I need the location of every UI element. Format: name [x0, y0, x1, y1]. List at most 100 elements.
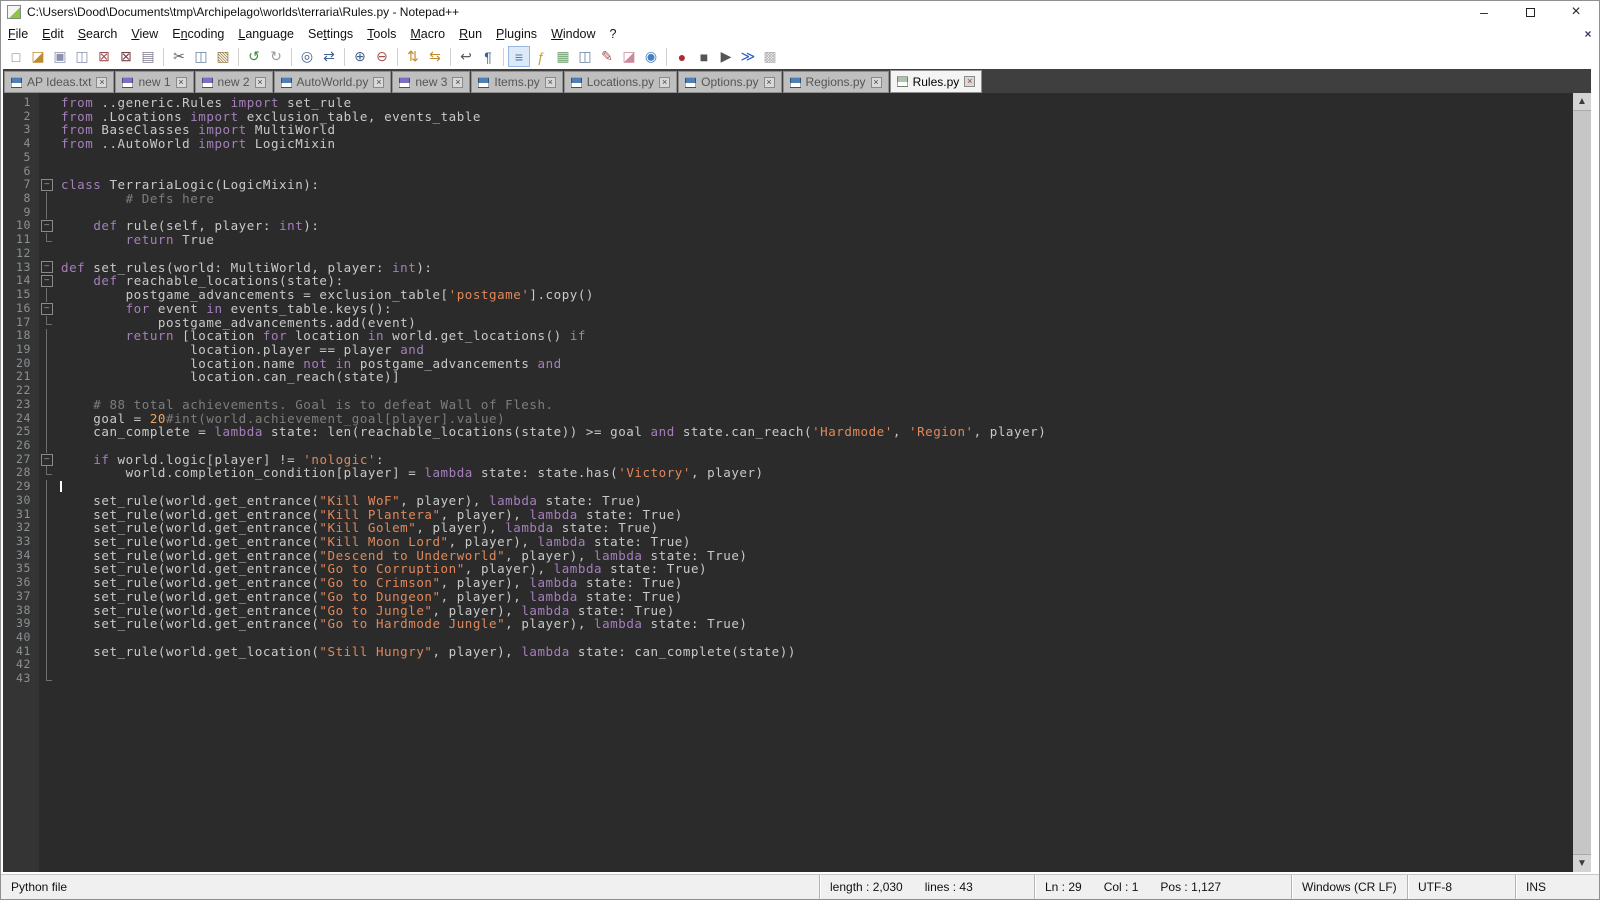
- menu-encoding[interactable]: Encoding: [165, 25, 231, 43]
- code-line[interactable]: 35 set_rule(world.get_entrance("Go to Co…: [3, 562, 1573, 576]
- code-line[interactable]: 7class TerrariaLogic(LogicMixin):: [3, 178, 1573, 192]
- code-line[interactable]: 29: [3, 480, 1573, 494]
- new-file-button[interactable]: □: [5, 46, 27, 67]
- record-macro-button[interactable]: ●: [671, 46, 693, 67]
- document-list-button[interactable]: ◫: [574, 46, 596, 67]
- tab-locations-py[interactable]: Locations.py×: [564, 71, 677, 93]
- fold-toggle-icon[interactable]: [39, 178, 55, 192]
- status-typing-mode[interactable]: INS: [1515, 875, 1599, 899]
- menu-view[interactable]: View: [124, 25, 165, 43]
- tab-close-icon[interactable]: ×: [659, 77, 670, 88]
- menu-run[interactable]: Run: [452, 25, 489, 43]
- folder-as-workspace-button[interactable]: ◪: [618, 46, 640, 67]
- tab-close-icon[interactable]: ×: [545, 77, 556, 88]
- indent-guide-button[interactable]: ≡: [508, 46, 530, 67]
- edit-popup-button[interactable]: ✎: [596, 46, 618, 67]
- print-button[interactable]: ▤: [137, 46, 159, 67]
- status-eol-format[interactable]: Windows (CR LF): [1291, 875, 1407, 899]
- minimize-button[interactable]: [1461, 1, 1507, 23]
- open-file-button[interactable]: ◪: [27, 46, 49, 67]
- code-line[interactable]: 36 set_rule(world.get_entrance("Go to Cr…: [3, 576, 1573, 590]
- fold-toggle-icon[interactable]: [39, 274, 55, 288]
- status-cursor-position[interactable]: Ln : 29 Col : 1 Pos : 1,127: [1034, 875, 1291, 899]
- code-editor[interactable]: 1from ..generic.Rules import set_rule2fr…: [3, 93, 1573, 872]
- tab-close-icon[interactable]: ×: [255, 77, 266, 88]
- restore-button[interactable]: [1507, 1, 1553, 23]
- code-line[interactable]: 23 # 88 total achievements. Goal is to d…: [3, 398, 1573, 412]
- scroll-up-arrow-icon[interactable]: ▲: [1573, 93, 1591, 110]
- tab-close-icon[interactable]: ×: [373, 77, 384, 88]
- code-line[interactable]: 11 return True: [3, 233, 1573, 247]
- close-all-button[interactable]: ⊠: [115, 46, 137, 67]
- code-line[interactable]: 24 goal = 20#int(world.achievement_goal[…: [3, 412, 1573, 426]
- fold-toggle-icon[interactable]: [39, 219, 55, 233]
- code-line[interactable]: 16 for event in events_table.keys():: [3, 302, 1573, 316]
- function-list-button[interactable]: ƒ: [530, 46, 552, 67]
- code-line[interactable]: 32 set_rule(world.get_entrance("Kill Gol…: [3, 521, 1573, 535]
- menu-tools[interactable]: Tools: [360, 25, 403, 43]
- tab-new-2[interactable]: new 2×: [195, 71, 273, 93]
- code-line[interactable]: 30 set_rule(world.get_entrance("Kill WoF…: [3, 494, 1573, 508]
- tab-rules-py[interactable]: Rules.py×: [890, 70, 983, 93]
- scroll-down-arrow-icon[interactable]: ▼: [1573, 855, 1591, 872]
- code-line[interactable]: 42: [3, 658, 1573, 672]
- tab-close-icon[interactable]: ×: [452, 77, 463, 88]
- tab-ap-ideas-txt[interactable]: AP Ideas.txt×: [4, 71, 114, 93]
- playback-macro-button[interactable]: ▶: [715, 46, 737, 67]
- document-close-x-icon[interactable]: ×: [1581, 27, 1599, 41]
- stop-recording-button[interactable]: ■: [693, 46, 715, 67]
- word-wrap-button[interactable]: ↩: [455, 46, 477, 67]
- redo-button[interactable]: ↻: [265, 46, 287, 67]
- document-map-button[interactable]: ▦: [552, 46, 574, 67]
- code-line[interactable]: 20 location.name not in postgame_advance…: [3, 357, 1573, 371]
- code-line[interactable]: 10 def rule(self, player: int):: [3, 219, 1573, 233]
- menu-edit[interactable]: Edit: [35, 25, 71, 43]
- code-line[interactable]: 4from ..AutoWorld import LogicMixin: [3, 137, 1573, 151]
- zoom-in-button[interactable]: ⊕: [349, 46, 371, 67]
- menu-language[interactable]: Language: [231, 25, 301, 43]
- code-line[interactable]: 22: [3, 384, 1573, 398]
- menu-settings[interactable]: Settings: [301, 25, 360, 43]
- code-line[interactable]: 12: [3, 247, 1573, 261]
- code-line[interactable]: 31 set_rule(world.get_entrance("Kill Pla…: [3, 508, 1573, 522]
- vertical-scrollbar[interactable]: ▲ ▼: [1573, 93, 1591, 872]
- run-macro-multiple-button[interactable]: ≫: [737, 46, 759, 67]
- code-line[interactable]: 27 if world.logic[player] != 'nologic':: [3, 453, 1573, 467]
- tab-close-icon[interactable]: ×: [964, 76, 975, 87]
- fold-toggle-icon[interactable]: [39, 261, 55, 275]
- menu-search[interactable]: Search: [71, 25, 125, 43]
- sync-horizontal-button[interactable]: ⇆: [424, 46, 446, 67]
- code-line[interactable]: 41 set_rule(world.get_location("Still Hu…: [3, 645, 1573, 659]
- code-line[interactable]: 2from .Locations import exclusion_table,…: [3, 110, 1573, 124]
- code-line[interactable]: 43: [3, 672, 1573, 686]
- code-line[interactable]: 25 can_complete = lambda state: len(reac…: [3, 425, 1573, 439]
- code-line[interactable]: 39 set_rule(world.get_entrance("Go to Ha…: [3, 617, 1573, 631]
- code-line[interactable]: 14 def reachable_locations(state):: [3, 274, 1573, 288]
- code-line[interactable]: 33 set_rule(world.get_entrance("Kill Moo…: [3, 535, 1573, 549]
- tab-new-1[interactable]: new 1×: [115, 71, 193, 93]
- code-line[interactable]: 28 world.completion_condition[player] = …: [3, 466, 1573, 480]
- code-line[interactable]: 18 return [location for location in worl…: [3, 329, 1573, 343]
- close-file-button[interactable]: ⊠: [93, 46, 115, 67]
- code-line[interactable]: 34 set_rule(world.get_entrance("Descend …: [3, 549, 1573, 563]
- code-line[interactable]: 8 # Defs here: [3, 192, 1573, 206]
- scrollbar-thumb[interactable]: [1573, 110, 1591, 855]
- menu-macro[interactable]: Macro: [403, 25, 452, 43]
- code-line[interactable]: 1from ..generic.Rules import set_rule: [3, 96, 1573, 110]
- sync-vertical-button[interactable]: ⇅: [402, 46, 424, 67]
- menu-file[interactable]: File: [1, 25, 35, 43]
- code-line[interactable]: 9: [3, 206, 1573, 220]
- replace-button[interactable]: ⇄: [318, 46, 340, 67]
- tab-regions-py[interactable]: Regions.py×: [783, 71, 889, 93]
- code-line[interactable]: 6: [3, 165, 1573, 179]
- tab-autoworld-py[interactable]: AutoWorld.py×: [274, 71, 392, 93]
- code-line[interactable]: 21 location.can_reach(state)]: [3, 370, 1573, 384]
- tab-options-py[interactable]: Options.py×: [678, 71, 781, 93]
- code-line[interactable]: 40: [3, 631, 1573, 645]
- save-all-button[interactable]: ◫: [71, 46, 93, 67]
- monitoring-button[interactable]: ◉: [640, 46, 662, 67]
- tab-items-py[interactable]: Items.py×: [471, 71, 562, 93]
- code-line[interactable]: 38 set_rule(world.get_entrance("Go to Ju…: [3, 604, 1573, 618]
- copy-button[interactable]: ◫: [190, 46, 212, 67]
- code-line[interactable]: 15 postgame_advancements = exclusion_tab…: [3, 288, 1573, 302]
